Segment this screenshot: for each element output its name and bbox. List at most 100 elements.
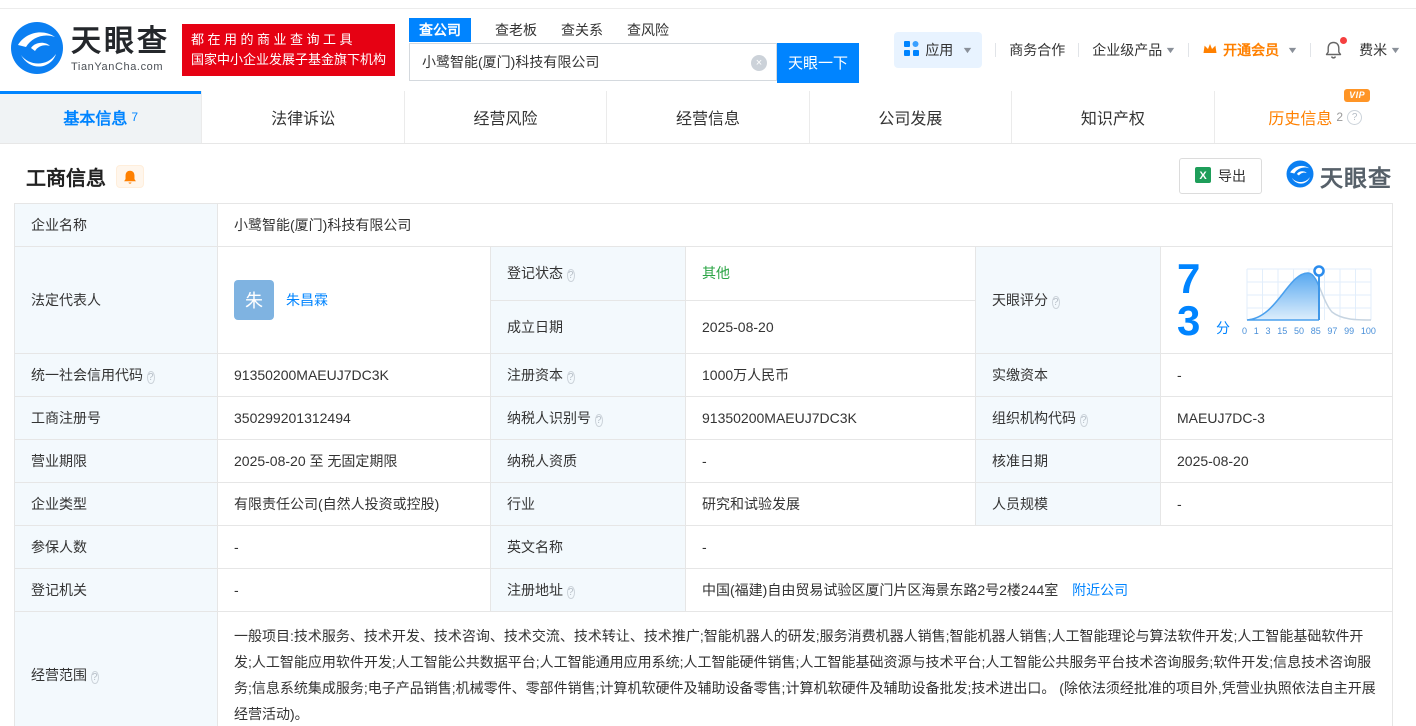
brand-slogan: 都在用的商业查询工具 国家中小企业发展子基金旗下机构 [182,24,395,76]
field-label: 营业期限 [31,453,87,469]
nav-divider [1310,43,1311,57]
search-button[interactable]: 天眼一下 [777,43,859,83]
main-content: 工商信息 X 导出 [0,158,1416,726]
user-menu[interactable]: 费米 [1359,40,1400,60]
field-label: 纳税人资质 [507,453,577,469]
export-label: 导出 [1218,166,1246,186]
search-tab-risk[interactable]: 查风险 [627,18,669,42]
chevron-down-icon [1286,45,1298,55]
tab-intellectual-property[interactable]: 知识产权 [1012,91,1214,143]
legal-rep-link[interactable]: 朱昌霖 [286,290,328,310]
taxpayer-quality-label: 纳税人资质 [491,440,686,483]
apps-menu[interactable]: 应用 [894,32,982,68]
business-scope-value: 一般项目:技术服务、技术开发、技术咨询、技术交流、技术转让、技术推广;智能机器人… [218,612,1393,726]
field-label: 实缴资本 [992,367,1048,383]
help-icon[interactable] [91,671,99,684]
field-label: 注册地址 [507,582,563,598]
tab-legal-proceedings[interactable]: 法律诉讼 [202,91,404,143]
notification-red-dot [1340,37,1347,44]
field-label: 组织机构代码 [992,410,1076,426]
svg-text:X: X [1199,170,1207,182]
table-row: 企业名称 小鹭智能(厦门)科技有限公司 [15,204,1393,247]
field-label: 注册资本 [507,367,563,383]
tianyancha-watermark-icon [1286,160,1314,193]
tianyancha-watermark: 天眼查 [1286,159,1392,193]
apps-grid-icon [904,41,919,59]
reg-number-value: 350299201312494 [218,397,491,440]
help-icon[interactable] [147,371,155,384]
logo-domain: TianYanCha.com [71,61,170,73]
chart-axis-ticks: 01 315 5085 9799 100 [1242,326,1376,336]
status-badge: 其他 [702,265,730,281]
field-label: 天眼评分 [992,292,1048,308]
field-label: 企业类型 [31,496,87,512]
search-input[interactable] [409,43,777,81]
tianyancha-logo[interactable]: 天眼查 TianYanCha.com [10,21,170,80]
term-label: 营业期限 [15,440,218,483]
export-button[interactable]: X 导出 [1179,158,1262,194]
company-info-table: 企业名称 小鹭智能(厦门)科技有限公司 法定代表人 朱 朱昌霖 登记状态 [14,203,1393,726]
tab-basic-info[interactable]: 基本信息 7 [0,91,202,143]
search-tab-relation[interactable]: 查关系 [561,18,603,42]
field-label: 统一社会信用代码 [31,367,143,383]
approval-date-label: 核准日期 [976,440,1161,483]
company-name-label: 企业名称 [15,204,218,247]
approval-date-value: 2025-08-20 [1161,440,1393,483]
tab-label: 基本信息 [63,105,127,129]
taxpayer-id-value: 91350200MAEUJ7DC3K [686,397,976,440]
field-label: 纳税人识别号 [507,410,591,426]
help-icon[interactable] [567,371,575,384]
slogan-line-1: 都在用的商业查询工具 [191,30,386,50]
monitor-bell-icon[interactable] [116,165,144,188]
reg-authority-value: - [218,569,491,612]
tab-label: 公司发展 [878,105,942,129]
reg-status-label: 登记状态 [491,247,686,301]
table-row: 经营范围 一般项目:技术服务、技术开发、技术咨询、技术交流、技术转让、技术推广;… [15,612,1393,726]
reg-authority-label: 登记机关 [15,569,218,612]
help-icon[interactable] [567,586,575,599]
nav-divider [995,43,996,57]
field-label: 登记机关 [31,582,87,598]
industry-label: 行业 [491,483,686,526]
chevron-down-icon [962,45,974,55]
nav-open-vip[interactable]: 开通会员 [1202,40,1297,60]
help-icon[interactable] [595,414,603,427]
company-type-label: 企业类型 [15,483,218,526]
help-icon[interactable] [1347,110,1362,125]
company-detail-tabs: 基本信息 7 法律诉讼 经营风险 经营信息 公司发展 知识产权 VIP 历史信息… [0,91,1416,144]
score-cell: 73 分 [1161,247,1393,354]
tab-company-development[interactable]: 公司发展 [810,91,1012,143]
slogan-line-2: 国家中小企业发展子基金旗下机构 [191,50,386,70]
logo-text: 天眼查 [71,27,170,57]
nearby-companies-link[interactable]: 附近公司 [1072,582,1128,598]
tab-operational-risk[interactable]: 经营风险 [405,91,607,143]
chevron-down-icon [1164,45,1176,55]
help-icon[interactable] [1080,414,1088,427]
clear-search-icon[interactable] [751,55,767,71]
legal-rep-avatar[interactable]: 朱 [234,280,274,320]
search-tab-company[interactable]: 查公司 [409,18,471,42]
tab-business-info[interactable]: 经营信息 [607,91,809,143]
legal-rep-label: 法定代表人 [15,247,218,354]
term-value: 2025-08-20 至 无固定期限 [218,440,491,483]
notifications-bell-icon[interactable] [1324,40,1343,60]
score-distribution-chart: 01 315 5085 9799 100 [1242,265,1376,336]
est-date-label: 成立日期 [491,300,686,354]
nav-cooperation[interactable]: 商务合作 [1009,40,1065,60]
tab-history-info[interactable]: VIP 历史信息 2 [1215,91,1416,143]
staff-size-label: 人员规模 [976,483,1161,526]
address-value: 中国(福建)自由贸易试验区厦门片区海景东路2号2楼244室 [702,582,1058,598]
insured-value: - [218,526,491,569]
address-cell: 中国(福建)自由贸易试验区厦门片区海景东路2号2楼244室 附近公司 [686,569,1393,612]
table-row: 统一社会信用代码 91350200MAEUJ7DC3K 注册资本 1000万人民… [15,354,1393,397]
tab-count: 2 [1336,110,1343,124]
table-row: 工商注册号 350299201312494 纳税人识别号 91350200MAE… [15,397,1393,440]
table-row: 参保人数 - 英文名称 - [15,526,1393,569]
paid-capital-label: 实缴资本 [976,354,1161,397]
help-icon[interactable] [1052,296,1060,309]
tab-label: 经营风险 [474,105,538,129]
nav-enterprise-products[interactable]: 企业级产品 [1092,40,1175,60]
tab-label: 历史信息 [1268,105,1332,129]
help-icon[interactable] [567,269,575,282]
search-tab-boss[interactable]: 查老板 [495,18,537,42]
